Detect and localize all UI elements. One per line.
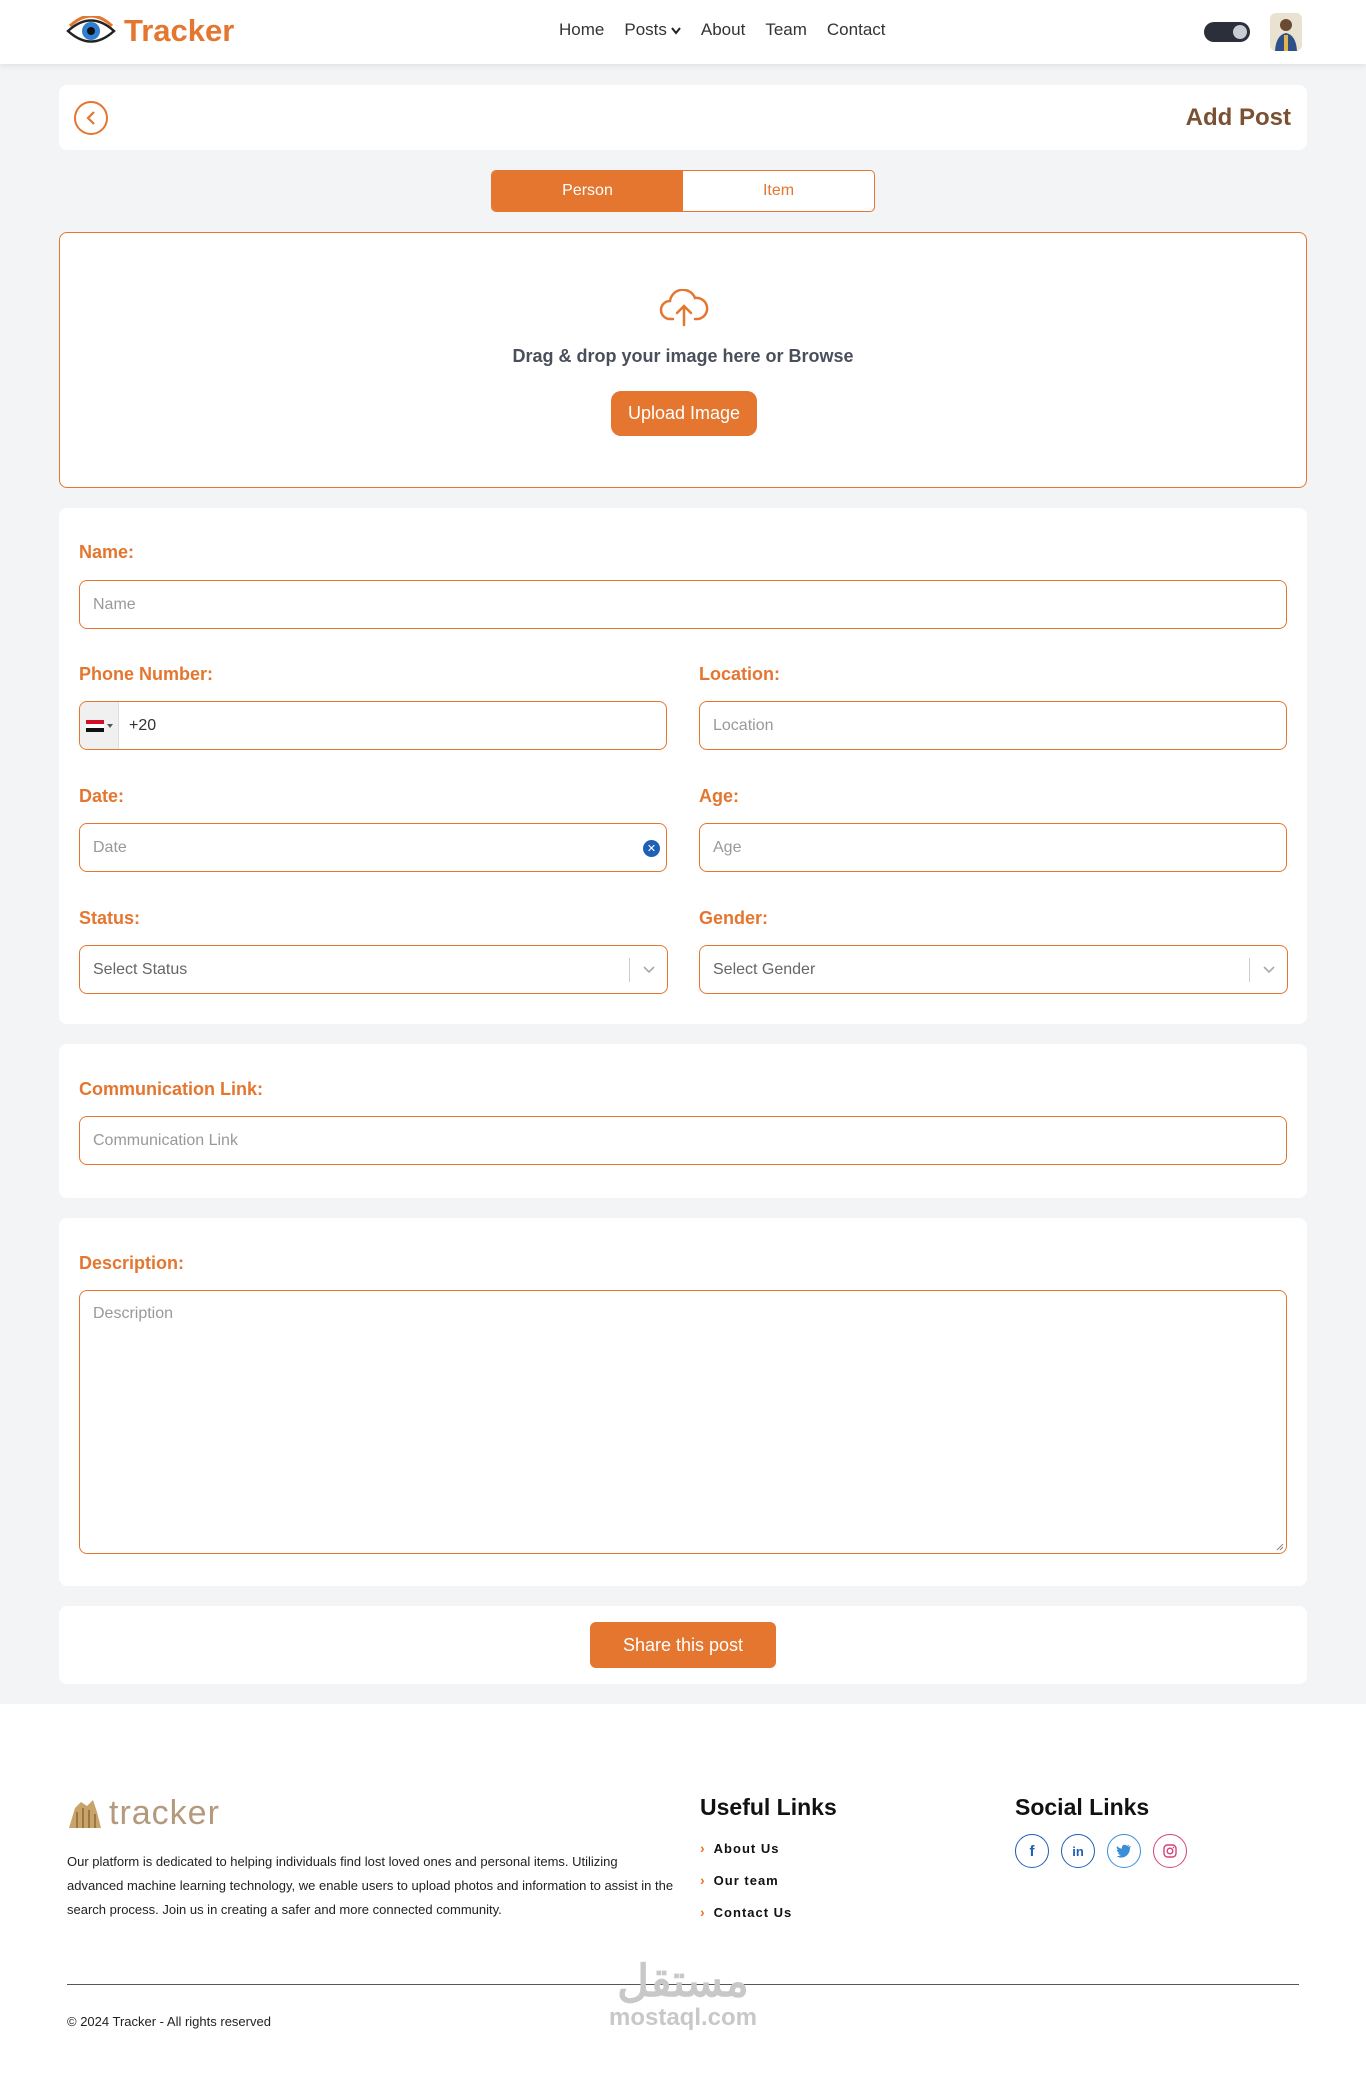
- copyright-text: © 2024 Tracker - All rights reserved: [67, 2014, 271, 2029]
- instagram-icon[interactable]: [1153, 1834, 1187, 1868]
- date-input[interactable]: Date ✕: [79, 823, 667, 872]
- nav-posts[interactable]: Posts: [624, 20, 681, 40]
- phone-value: +20: [129, 716, 157, 734]
- gender-select[interactable]: Select Gender: [699, 945, 1288, 994]
- brand-name: Tracker: [124, 13, 235, 48]
- location-label: Location:: [699, 664, 780, 684]
- phone-input[interactable]: +20: [79, 701, 667, 750]
- nav-links: Home Posts About Team Contact: [559, 20, 886, 40]
- clear-date-icon[interactable]: ✕: [643, 840, 660, 857]
- social-links-heading: Social Links: [1015, 1794, 1150, 1820]
- avatar[interactable]: [1270, 13, 1302, 51]
- share-post-button[interactable]: Share this post: [590, 1622, 776, 1668]
- nav-about[interactable]: About: [701, 20, 745, 40]
- nav-contact[interactable]: Contact: [827, 20, 886, 40]
- footer-link-team[interactable]: › Our team: [700, 1864, 792, 1896]
- status-placeholder: Select Status: [93, 960, 188, 978]
- useful-links-heading: Useful Links: [700, 1794, 837, 1820]
- chevron-down-icon: [1249, 958, 1287, 982]
- location-input[interactable]: Location: [699, 701, 1287, 750]
- resize-handle-icon[interactable]: [1274, 1541, 1284, 1551]
- facebook-icon[interactable]: f: [1015, 1834, 1049, 1868]
- dropzone-text: Drag & drop your image here or Browse: [512, 346, 854, 366]
- description-textarea[interactable]: Description: [79, 1290, 1287, 1554]
- cloud-upload-icon: [659, 289, 709, 327]
- twitter-icon[interactable]: [1107, 1834, 1141, 1868]
- building-logo-icon: [69, 1799, 101, 1828]
- description-card: Description: Description: [59, 1218, 1307, 1586]
- post-type-toggle: Person Item: [491, 170, 875, 212]
- toggle-knob: [1233, 25, 1247, 39]
- date-label: Date:: [79, 786, 125, 806]
- footer-link-contact[interactable]: › Contact Us: [700, 1896, 792, 1928]
- status-select[interactable]: Select Status: [79, 945, 668, 994]
- name-input[interactable]: Name: [79, 580, 1287, 629]
- eye-icon: [66, 16, 116, 43]
- nav-team[interactable]: Team: [765, 20, 807, 40]
- linkedin-icon[interactable]: in: [1061, 1834, 1095, 1868]
- gender-label: Gender:: [699, 908, 769, 928]
- communication-input[interactable]: Communication Link: [79, 1116, 1287, 1165]
- upload-image-button[interactable]: Upload Image: [611, 391, 757, 436]
- description-placeholder: Description: [93, 1305, 174, 1322]
- navbar: Tracker Home Posts About Team Contact: [0, 0, 1366, 64]
- chevron-down-icon: [629, 958, 667, 982]
- nav-home[interactable]: Home: [559, 20, 604, 40]
- chevron-right-icon: ›: [700, 1840, 706, 1856]
- caret-down-icon: [106, 723, 113, 728]
- type-item-button[interactable]: Item: [683, 171, 874, 211]
- phone-label: Phone Number:: [79, 664, 214, 684]
- name-label: Name:: [79, 542, 135, 562]
- social-links: f in: [1015, 1834, 1187, 1868]
- footer-about-text: Our platform is dedicated to helping ind…: [67, 1854, 674, 1917]
- footer-logo[interactable]: tracker: [67, 1794, 220, 1833]
- nav-posts-label: Posts: [624, 20, 667, 39]
- chevron-right-icon: ›: [700, 1872, 706, 1888]
- watermark-arabic: مستقل: [617, 1957, 749, 2006]
- chevron-down-icon: [671, 27, 681, 35]
- person-details-form: Name: Name Phone Number: +20 Location: L…: [59, 508, 1307, 1024]
- type-person-button[interactable]: Person: [492, 171, 683, 211]
- age-label: Age:: [699, 786, 739, 806]
- chevron-right-icon: ›: [700, 1904, 706, 1920]
- header-card: Add Post: [59, 85, 1307, 150]
- age-input[interactable]: Age: [699, 823, 1287, 872]
- user-photo-icon: [1270, 13, 1302, 51]
- chevron-left-icon: [86, 111, 95, 125]
- watermark: مستقل mostaql.com: [598, 1958, 768, 2030]
- back-button[interactable]: [74, 101, 108, 135]
- status-label: Status:: [79, 908, 141, 928]
- footer-link-label: Our team: [713, 1872, 779, 1888]
- country-code-select[interactable]: [80, 702, 119, 749]
- footer-link-about[interactable]: › About Us: [700, 1832, 792, 1864]
- communication-card: Communication Link: Communication Link: [59, 1044, 1307, 1198]
- footer-link-label: Contact Us: [713, 1904, 793, 1920]
- communication-label: Communication Link:: [79, 1079, 263, 1099]
- image-dropzone[interactable]: Drag & drop your image here or Browse Up…: [59, 232, 1307, 488]
- footer: tracker Our platform is dedicated to hel…: [0, 1704, 1366, 2073]
- watermark-english: mostaql.com: [608, 2004, 758, 2031]
- date-placeholder: Date: [93, 838, 127, 856]
- footer-logo-text: tracker: [109, 1794, 220, 1832]
- brand-logo[interactable]: Tracker: [66, 13, 234, 49]
- useful-links-list: › About Us › Our team › Contact Us: [700, 1832, 792, 1928]
- egypt-flag-icon: [85, 719, 104, 732]
- footer-link-label: About Us: [713, 1840, 780, 1856]
- description-label: Description:: [79, 1253, 185, 1273]
- page-title: Add Post: [1185, 104, 1291, 131]
- theme-toggle[interactable]: [1204, 22, 1250, 42]
- share-card: Share this post: [59, 1606, 1307, 1684]
- gender-placeholder: Select Gender: [713, 960, 816, 978]
